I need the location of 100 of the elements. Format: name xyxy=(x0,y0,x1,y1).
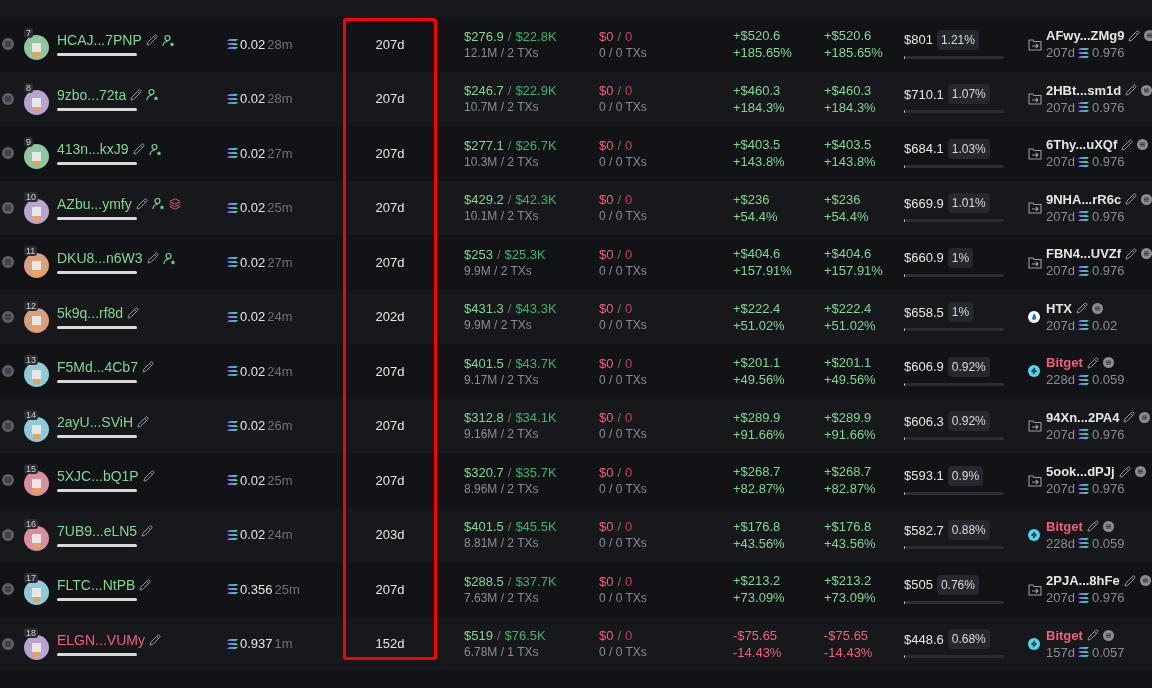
edit-icon[interactable] xyxy=(130,88,143,101)
coin-icon[interactable] xyxy=(1139,411,1151,423)
source-name[interactable]: Bitget xyxy=(1046,627,1083,643)
coin-icon[interactable] xyxy=(1141,84,1152,96)
menu-circle-icon[interactable] xyxy=(2,528,14,541)
wallet-name-link[interactable]: 9zbo...72ta xyxy=(57,86,127,103)
source-name[interactable]: Bitget xyxy=(1046,518,1083,534)
user-star-icon[interactable] xyxy=(162,251,176,265)
source-name[interactable]: Bitget xyxy=(1046,355,1083,371)
menu-circle-icon[interactable] xyxy=(2,201,14,214)
edit-icon[interactable] xyxy=(1076,302,1088,315)
folder-arrow-icon[interactable] xyxy=(1028,201,1042,215)
time-ago: 28m xyxy=(267,36,293,52)
folder-arrow-icon[interactable] xyxy=(1028,582,1042,596)
source-name[interactable]: 2HBt...sm1d xyxy=(1046,82,1122,98)
coin-icon[interactable] xyxy=(1134,466,1146,478)
coin-icon[interactable] xyxy=(1102,629,1114,641)
user-star-icon[interactable] xyxy=(148,142,162,156)
menu-circle-icon[interactable] xyxy=(2,637,14,650)
edit-icon[interactable] xyxy=(141,524,154,537)
folder-arrow-icon[interactable] xyxy=(1028,37,1042,51)
edit-icon[interactable] xyxy=(1123,411,1136,424)
menu-circle-icon[interactable] xyxy=(2,147,14,160)
share-pill: 1.03% xyxy=(947,138,990,159)
wallet-name-link[interactable]: 413n...kxJ9 xyxy=(57,141,129,158)
coin-icon[interactable] xyxy=(1144,30,1152,42)
source-name[interactable]: 6Thy...uXQf xyxy=(1046,137,1118,153)
edit-icon[interactable] xyxy=(1086,629,1099,642)
coin-icon[interactable] xyxy=(1141,248,1152,260)
solana-icon xyxy=(1077,483,1089,494)
edit-icon[interactable] xyxy=(1121,138,1134,151)
menu-circle-icon[interactable] xyxy=(2,256,14,269)
wallet-name-link[interactable]: 2ayU...SViH xyxy=(57,413,133,430)
layers-icon[interactable] xyxy=(168,197,181,210)
edit-icon[interactable] xyxy=(141,361,154,374)
menu-circle-icon[interactable] xyxy=(2,474,14,487)
user-star-icon[interactable] xyxy=(151,197,165,211)
folder-arrow-icon[interactable] xyxy=(1028,255,1042,269)
wallet-name-link[interactable]: 5k9q...rf8d xyxy=(57,304,124,321)
pnl-amount: +$236 xyxy=(733,191,770,207)
solana-icon xyxy=(227,93,238,104)
edit-icon[interactable] xyxy=(139,579,152,592)
edit-icon[interactable] xyxy=(1128,29,1141,42)
source-name[interactable]: 2PJA...8hFe xyxy=(1046,573,1120,589)
edit-icon[interactable] xyxy=(137,415,149,428)
wallet-name-link[interactable]: HCAJ...7PNP xyxy=(57,32,142,49)
sol-amount: 0.02 xyxy=(240,254,266,270)
wallet-name-link[interactable]: ELGN...VUMy xyxy=(57,631,145,648)
edit-icon[interactable] xyxy=(142,470,155,483)
separator: / xyxy=(507,519,512,535)
source-name[interactable]: 9NHA...rR6c xyxy=(1046,191,1122,207)
source-name[interactable]: FBN4...UVZf xyxy=(1046,246,1122,262)
user-star-icon[interactable] xyxy=(161,33,175,47)
sold-amount: $0 xyxy=(599,355,614,371)
sold-volume: 0 / 0 TXs xyxy=(599,590,647,605)
edit-icon[interactable] xyxy=(1125,193,1138,206)
edit-icon[interactable] xyxy=(145,34,158,47)
folder-arrow-icon[interactable] xyxy=(1028,419,1042,433)
wallet-name-link[interactable]: FLTC...NtPB xyxy=(57,577,136,594)
edit-icon[interactable] xyxy=(132,143,145,156)
edit-icon[interactable] xyxy=(1123,574,1136,587)
coin-icon[interactable] xyxy=(1102,357,1114,369)
time-ago: 27m xyxy=(267,145,293,161)
bought-amount: $253 xyxy=(464,246,493,262)
share-pill: 1% xyxy=(947,302,974,323)
edit-icon[interactable] xyxy=(1118,465,1131,478)
wallet-name-link[interactable]: DKU8...n6W3 xyxy=(57,250,143,267)
folder-arrow-icon[interactable] xyxy=(1028,146,1042,160)
menu-circle-icon[interactable] xyxy=(2,365,14,378)
edit-icon[interactable] xyxy=(135,197,148,210)
source-name[interactable]: 5ook...dPJj xyxy=(1046,464,1115,480)
wallet-name-link[interactable]: 5XJC...bQ1P xyxy=(57,468,139,485)
coin-icon[interactable] xyxy=(1102,520,1114,532)
wallet-name-link[interactable]: 7UB9...eLN5 xyxy=(57,522,138,539)
edit-icon[interactable] xyxy=(1086,356,1099,369)
menu-circle-icon[interactable] xyxy=(2,92,14,105)
wallet-name-link[interactable]: AZbu...ymfy xyxy=(57,195,132,212)
coin-icon[interactable] xyxy=(1137,139,1149,151)
source-name[interactable]: HTX xyxy=(1046,300,1072,316)
folder-arrow-icon[interactable] xyxy=(1028,92,1042,106)
folder-arrow-icon[interactable] xyxy=(1028,473,1042,487)
coin-icon[interactable] xyxy=(1092,302,1103,314)
source-name[interactable]: AFwy...ZMg9 xyxy=(1046,28,1125,44)
edit-icon[interactable] xyxy=(148,633,161,646)
edit-icon[interactable] xyxy=(127,306,140,319)
user-star-icon[interactable] xyxy=(146,88,160,102)
coin-icon[interactable] xyxy=(1141,193,1152,205)
coin-icon[interactable] xyxy=(1139,575,1151,587)
edit-icon[interactable] xyxy=(146,252,159,265)
balance: $505 xyxy=(904,577,933,593)
edit-icon[interactable] xyxy=(1086,520,1099,533)
menu-circle-icon[interactable] xyxy=(2,38,14,51)
edit-icon[interactable] xyxy=(1125,247,1138,260)
edit-icon[interactable] xyxy=(1125,84,1138,97)
menu-circle-icon[interactable] xyxy=(2,419,14,432)
sold-total: 0 xyxy=(625,192,633,208)
wallet-name-link[interactable]: F5Md...4Cb7 xyxy=(57,359,138,376)
source-name[interactable]: 94Xn...2PA4 xyxy=(1046,409,1120,425)
menu-circle-icon[interactable] xyxy=(2,310,14,323)
menu-circle-icon[interactable] xyxy=(2,583,14,596)
